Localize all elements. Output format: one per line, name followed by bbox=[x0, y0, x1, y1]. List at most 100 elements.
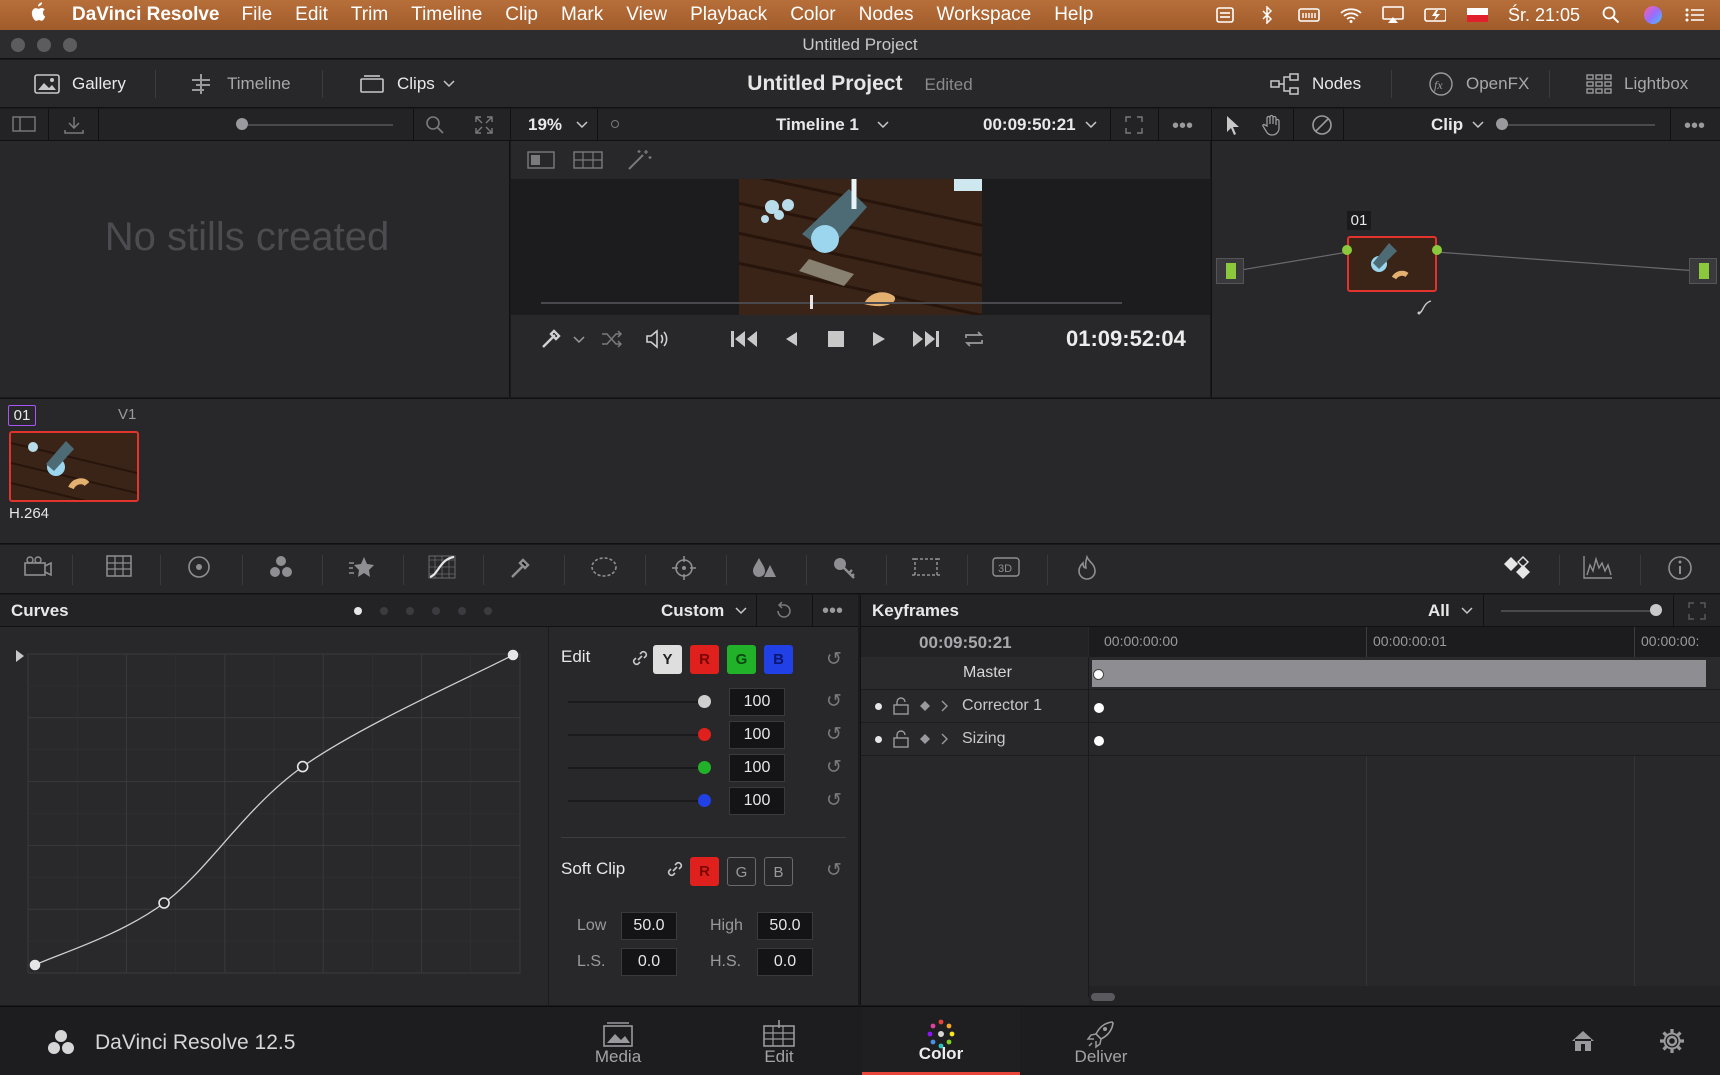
magic-wand-icon[interactable] bbox=[626, 148, 654, 172]
zoom-window-button[interactable] bbox=[63, 38, 77, 52]
keyframe-row-corrector[interactable]: Corrector 1 bbox=[861, 690, 1720, 723]
reset-intensity-icon[interactable]: ↺ bbox=[824, 791, 844, 811]
menu-view[interactable]: View bbox=[626, 4, 667, 26]
timeline-selector[interactable]: Timeline 1 bbox=[776, 115, 859, 135]
nodes-toggle[interactable]: Nodes bbox=[1270, 60, 1361, 108]
spotlight-search-icon[interactable] bbox=[1600, 6, 1622, 24]
edit-page-tab[interactable]: Edit bbox=[708, 1007, 850, 1075]
curves-page-dot[interactable] bbox=[432, 607, 440, 615]
language-flag-icon[interactable] bbox=[1466, 6, 1488, 24]
keyframe-row-sizing[interactable]: Sizing bbox=[861, 723, 1720, 756]
key-icon[interactable] bbox=[829, 555, 859, 585]
lock-icon[interactable] bbox=[893, 730, 909, 748]
channel-r-toggle[interactable]: R bbox=[690, 645, 719, 674]
motion-effects-icon[interactable] bbox=[347, 555, 377, 585]
menu-nodes[interactable]: Nodes bbox=[859, 4, 914, 26]
viewer-frame[interactable] bbox=[739, 179, 982, 315]
menu-trim[interactable]: Trim bbox=[351, 4, 388, 26]
channel-g-toggle[interactable]: G bbox=[727, 645, 756, 674]
intensity-slider-track[interactable] bbox=[568, 701, 704, 703]
scopes-icon[interactable] bbox=[1583, 555, 1613, 585]
curves-options-icon[interactable]: ••• bbox=[822, 600, 843, 623]
intensity-slider-knob[interactable] bbox=[698, 695, 711, 708]
curves-mode-dropdown[interactable]: Custom bbox=[661, 601, 724, 621]
home-icon[interactable] bbox=[1570, 1029, 1596, 1053]
keyframe-diamond-icon[interactable] bbox=[919, 700, 931, 712]
curves-page-dot[interactable] bbox=[406, 607, 414, 615]
search-icon[interactable] bbox=[425, 115, 445, 135]
tracker-icon[interactable] bbox=[669, 555, 699, 585]
keyboard-icon[interactable] bbox=[1298, 6, 1320, 24]
curve-control-point[interactable] bbox=[158, 897, 170, 909]
keyframes-panel-icon[interactable] bbox=[1502, 555, 1532, 585]
curves-page-dot-active[interactable] bbox=[354, 607, 362, 615]
reset-all-icon[interactable] bbox=[774, 601, 794, 621]
gallery-toggle[interactable]: Gallery bbox=[34, 60, 126, 108]
openfx-flame-icon[interactable] bbox=[1072, 554, 1102, 585]
qualifier-icon[interactable] bbox=[507, 555, 537, 585]
jump-to-start-icon[interactable] bbox=[730, 329, 758, 349]
siri-icon[interactable] bbox=[1642, 6, 1664, 24]
close-window-button[interactable] bbox=[11, 38, 25, 52]
reset-intensity-icon[interactable]: ↺ bbox=[824, 758, 844, 778]
curves-page-dot[interactable] bbox=[484, 607, 492, 615]
hand-tool-icon[interactable] bbox=[1261, 114, 1283, 136]
source-input-node[interactable] bbox=[1216, 258, 1244, 284]
intensity-slider-knob[interactable] bbox=[698, 728, 711, 741]
source-timecode[interactable]: 00:09:50:21 bbox=[983, 115, 1076, 135]
wifi-icon[interactable] bbox=[1340, 6, 1362, 24]
row-visibility-dot[interactable] bbox=[875, 703, 882, 710]
high-value-field[interactable]: 50.0 bbox=[757, 912, 813, 940]
corrector-node-01[interactable] bbox=[1347, 236, 1437, 292]
openfx-toggle[interactable]: fx OpenFX bbox=[1428, 60, 1529, 108]
chevron-right-icon[interactable] bbox=[941, 700, 949, 712]
audio-volume-icon[interactable] bbox=[645, 328, 669, 350]
menu-clip[interactable]: Clip bbox=[505, 4, 538, 26]
chevron-right-icon[interactable] bbox=[941, 733, 949, 745]
link-icon[interactable] bbox=[665, 859, 685, 879]
viewer-zoom-dropdown[interactable]: 19% bbox=[528, 115, 562, 135]
node-output-connector[interactable] bbox=[1432, 245, 1442, 255]
reset-intensity-icon[interactable]: ↺ bbox=[824, 725, 844, 745]
loop-icon[interactable] bbox=[962, 329, 986, 349]
stereo-3d-icon[interactable]: 3D bbox=[991, 555, 1021, 585]
menu-timeline[interactable]: Timeline bbox=[411, 4, 482, 26]
shuffle-icon[interactable] bbox=[601, 330, 623, 348]
menu-file[interactable]: File bbox=[242, 4, 273, 26]
menu-color[interactable]: Color bbox=[790, 4, 835, 26]
clips-toggle[interactable]: Clips bbox=[359, 60, 455, 108]
menu-edit[interactable]: Edit bbox=[295, 4, 328, 26]
color-match-icon[interactable] bbox=[104, 555, 134, 585]
deliver-page-tab[interactable]: Deliver bbox=[1030, 1007, 1172, 1075]
keyframes-zoom-slider[interactable] bbox=[1650, 604, 1662, 616]
sizing-icon[interactable] bbox=[911, 555, 941, 585]
reset-edit-icon[interactable]: ↺ bbox=[824, 650, 844, 670]
intensity-slider-track[interactable] bbox=[568, 734, 704, 736]
output-node[interactable] bbox=[1689, 258, 1717, 284]
notification-center-icon[interactable] bbox=[1684, 6, 1706, 24]
hs-value-field[interactable]: 0.0 bbox=[757, 948, 813, 976]
row-visibility-dot[interactable] bbox=[875, 736, 882, 743]
menu-workspace[interactable]: Workspace bbox=[937, 4, 1032, 26]
intensity-value-field[interactable]: 100 bbox=[729, 688, 785, 716]
menu-help[interactable]: Help bbox=[1054, 4, 1093, 26]
expand-gallery-icon[interactable] bbox=[474, 115, 494, 135]
airplay-icon[interactable] bbox=[1382, 6, 1404, 24]
curves-page-dot[interactable] bbox=[458, 607, 466, 615]
intensity-value-field[interactable]: 100 bbox=[729, 787, 785, 815]
keyframes-filter-dropdown[interactable]: All bbox=[1428, 601, 1450, 621]
bypass-icon[interactable] bbox=[1311, 114, 1333, 136]
list-status-icon[interactable] bbox=[1214, 6, 1236, 24]
viewer-options-icon[interactable]: ••• bbox=[1172, 115, 1193, 138]
keyframes-scrollbar[interactable] bbox=[1091, 993, 1115, 1001]
bluetooth-icon[interactable] bbox=[1256, 6, 1278, 24]
media-page-tab[interactable]: Media bbox=[547, 1007, 689, 1075]
blur-icon[interactable] bbox=[749, 555, 779, 585]
intensity-value-field[interactable]: 100 bbox=[729, 721, 785, 749]
channel-b-toggle[interactable]: B bbox=[764, 645, 793, 674]
softclip-g-toggle[interactable]: G bbox=[727, 857, 756, 886]
grab-still-icon[interactable] bbox=[63, 115, 85, 135]
curve-control-point[interactable] bbox=[29, 959, 41, 971]
intensity-value-field[interactable]: 100 bbox=[729, 754, 785, 782]
pointer-tool-icon[interactable] bbox=[1225, 115, 1241, 135]
